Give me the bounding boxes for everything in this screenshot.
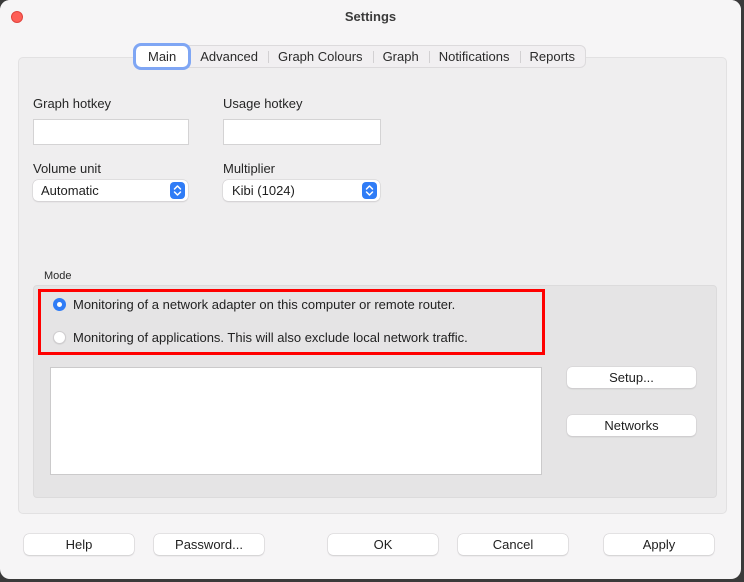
password-button[interactable]: Password... [154,534,264,555]
tab-notifications[interactable]: Notifications [428,46,520,67]
tab-advanced[interactable]: Advanced [190,46,268,67]
tab-main[interactable]: Main [136,46,189,67]
multiplier-select[interactable]: Kibi (1024) [223,180,380,201]
settings-window: Settings Main Advanced Graph Colours Gra… [0,0,741,579]
apply-button[interactable]: Apply [604,534,714,555]
tab-graph-colours[interactable]: Graph Colours [268,46,373,67]
multiplier-label: Multiplier [223,161,276,176]
help-button[interactable]: Help [24,534,134,555]
ok-button[interactable]: OK [328,534,438,555]
graph-hotkey-label: Graph hotkey [33,96,112,111]
networks-button[interactable]: Networks [567,415,696,436]
tab-bar: Main Advanced Graph Colours Graph Notifi… [134,45,587,68]
updown-chevron-icon [362,182,377,199]
graph-hotkey-field[interactable] [33,119,189,145]
usage-hotkey-field[interactable] [223,119,381,145]
multiplier-value: Kibi (1024) [232,183,295,198]
mode-group-label: Mode [44,270,72,282]
updown-chevron-icon [170,182,185,199]
volume-unit-label: Volume unit [33,161,101,176]
volume-unit-value: Automatic [41,183,99,198]
adapter-list[interactable] [50,367,542,475]
volume-unit-select[interactable]: Automatic [33,180,188,201]
setup-button[interactable]: Setup... [567,367,696,388]
highlight-annotation-box [38,289,545,355]
usage-hotkey-label: Usage hotkey [223,96,303,111]
cancel-button[interactable]: Cancel [458,534,568,555]
window-title: Settings [344,9,397,24]
tab-reports[interactable]: Reports [519,46,586,67]
title-bar: Settings [0,0,741,32]
tab-graph[interactable]: Graph [372,46,429,67]
